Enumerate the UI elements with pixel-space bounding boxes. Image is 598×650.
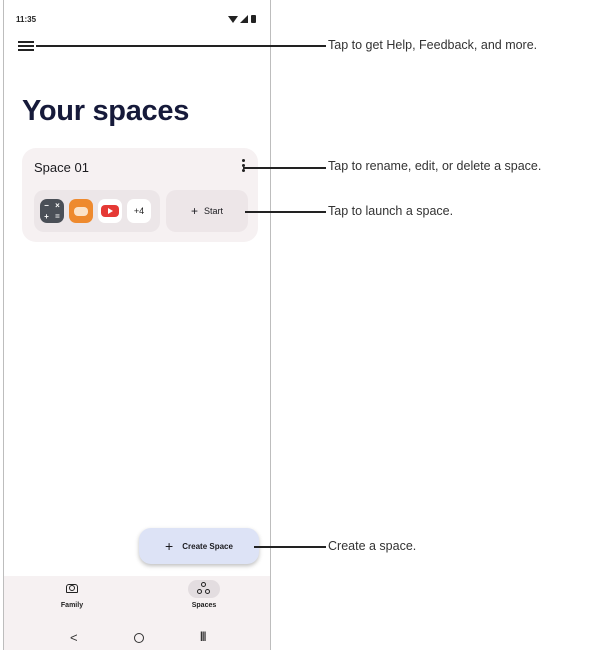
phone-screen: 11:35 Your spaces Space 01 − × + = +4 + St… [3,0,271,650]
wifi-icon [228,16,238,23]
home-icon[interactable] [134,633,144,643]
create-space-button[interactable]: + Create Space [139,528,259,564]
more-apps-count: +4 [127,199,151,223]
plus-icon: + [190,204,198,218]
plus-icon: + [165,538,174,554]
create-space-label: Create Space [182,541,233,551]
bottom-navigation: Family Spaces [4,576,270,626]
nav-label-family: Family [60,602,84,609]
spaces-icon [188,580,220,598]
callout-menu: Tap to get Help, Feedback, and more. [328,38,538,52]
callout-line-kebab [243,167,326,169]
space-name: Space 01 [34,160,89,175]
start-label: Start [204,206,224,216]
back-icon[interactable]: < [70,630,78,645]
system-navigation: < ||| [4,626,270,650]
callout-line-menu [36,45,326,47]
nav-label-spaces: Spaces [191,602,217,609]
nav-item-spaces[interactable]: Spaces [164,580,244,622]
status-bar: 11:35 [4,0,270,40]
nav-item-family[interactable]: Family [32,580,112,622]
callout-start: Tap to launch a space. [328,204,454,218]
battery-icon [251,15,256,23]
calculator-icon: − × + = [40,199,64,223]
recents-icon[interactable]: ||| [200,631,206,642]
game-controller-icon [69,199,93,223]
signal-icon [240,15,248,23]
callout-create: Create a space. [328,539,417,553]
status-time: 11:35 [16,15,37,24]
menu-icon[interactable] [18,39,34,53]
page-title: Your spaces [22,95,190,127]
callout-kebab: Tap to rename, edit, or delete a space. [328,159,542,173]
start-space-button[interactable]: + Start [166,190,248,232]
callout-line-create [254,546,326,548]
callout-line-start [245,211,326,213]
youtube-icon [98,199,122,223]
family-icon [56,580,88,598]
space-card[interactable]: Space 01 − × + = +4 + Start [22,148,258,242]
space-apps: − × + = +4 [34,190,160,232]
status-icons [228,14,262,24]
